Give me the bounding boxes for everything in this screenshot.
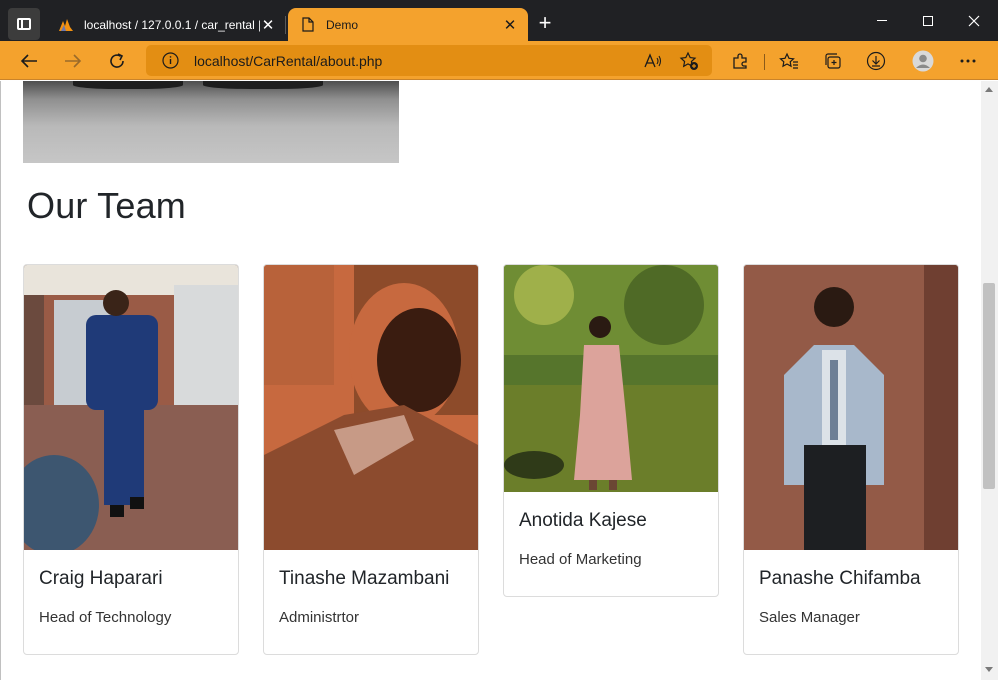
- new-tab-icon[interactable]: +: [533, 12, 557, 36]
- info-icon[interactable]: [162, 52, 179, 69]
- close-tab-icon[interactable]: ✕: [260, 17, 276, 34]
- team-member-photo: [504, 265, 718, 492]
- forward-arrow-icon: [65, 54, 82, 68]
- close-window-button[interactable]: [951, 0, 997, 41]
- browser-toolbar: localhost/CarRental/about.php: [0, 41, 998, 80]
- collections-icon: [825, 53, 841, 69]
- tab-actions-icon: [17, 18, 31, 30]
- download-icon: [866, 51, 886, 71]
- team-member-photo: [264, 265, 478, 550]
- car-silhouette: [73, 81, 183, 89]
- refresh-icon: [110, 53, 124, 68]
- close-icon: [968, 15, 980, 26]
- tab-actions-button[interactable]: [8, 8, 40, 40]
- close-tab-icon[interactable]: ✕: [502, 17, 518, 34]
- tab-separator: [285, 16, 286, 34]
- scrollbar-thumb[interactable]: [983, 283, 995, 489]
- tab-title: localhost / 127.0.0.1 / car_rental |: [84, 17, 260, 32]
- team-member-name: Anotida Kajese: [519, 510, 647, 531]
- hero-image: [23, 81, 399, 163]
- downloads-button[interactable]: [861, 46, 891, 76]
- team-member-name: Craig Haparari: [39, 568, 163, 589]
- address-url[interactable]: localhost/CarRental/about.php: [194, 53, 382, 69]
- minimize-icon: [877, 20, 887, 21]
- tab-demo[interactable]: Demo ✕: [288, 8, 528, 41]
- tab-phpmyadmin[interactable]: localhost / 127.0.0.1 / car_rental | ✕: [46, 8, 286, 41]
- toolbar-divider: [764, 54, 765, 70]
- read-aloud-icon[interactable]: [642, 50, 664, 72]
- page-icon: [300, 17, 316, 33]
- browser-titlebar: localhost / 127.0.0.1 / car_rental | ✕ D…: [0, 0, 998, 41]
- phpmyadmin-icon: [58, 17, 74, 33]
- more-icon: [960, 59, 976, 63]
- team-member-role: Sales Manager: [759, 609, 860, 626]
- forward-button[interactable]: [58, 46, 88, 76]
- address-bar[interactable]: localhost/CarRental/about.php: [146, 45, 712, 76]
- favorites-button[interactable]: [774, 46, 804, 76]
- maximize-icon: [923, 15, 933, 26]
- more-menu-button[interactable]: [953, 46, 983, 76]
- scroll-down-icon[interactable]: [985, 667, 993, 672]
- favorites-icon: [779, 52, 798, 69]
- collections-button[interactable]: [818, 46, 848, 76]
- extensions-button[interactable]: [725, 46, 755, 76]
- back-arrow-icon: [20, 54, 37, 68]
- team-member-role: Head of Technology: [39, 609, 172, 626]
- scroll-up-icon[interactable]: [985, 87, 993, 92]
- team-card: Anotida Kajese Head of Marketing: [503, 264, 719, 597]
- team-member-photo: [744, 265, 958, 550]
- team-card: Craig Haparari Head of Technology: [23, 264, 239, 655]
- puzzle-icon: [733, 53, 747, 69]
- back-button[interactable]: [14, 46, 44, 76]
- team-member-photo: [24, 265, 238, 550]
- team-member-role: Head of Marketing: [519, 551, 642, 568]
- team-member-name: Panashe Chifamba: [759, 568, 921, 589]
- avatar-icon: [912, 50, 934, 72]
- page-title: Our Team: [27, 185, 186, 226]
- car-silhouette: [203, 81, 323, 89]
- minimize-button[interactable]: [859, 0, 905, 41]
- team-card: Tinashe Mazambani Administrtor: [263, 264, 479, 655]
- refresh-button[interactable]: [102, 46, 132, 76]
- team-member-name: Tinashe Mazambani: [279, 568, 450, 589]
- maximize-button[interactable]: [905, 0, 951, 41]
- tab-title: Demo: [326, 17, 359, 32]
- add-favorite-icon[interactable]: [678, 50, 700, 72]
- team-member-role: Administrtor: [279, 609, 360, 626]
- profile-button[interactable]: [908, 46, 938, 76]
- team-card: Panashe Chifamba Sales Manager: [743, 264, 959, 655]
- page-content: Our Team Craig Haparari Head of Technolo…: [1, 81, 981, 680]
- page-scrollbar[interactable]: [981, 81, 998, 680]
